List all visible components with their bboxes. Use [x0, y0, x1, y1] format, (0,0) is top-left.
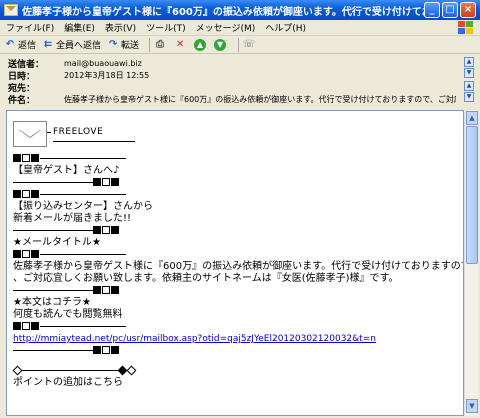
minimize-button[interactable]: _: [424, 2, 440, 18]
message-body[interactable]: FREELOVE 【皇帝ゲスト】さんへ♪ 【振り込みセンター】さんから 新着メー…: [6, 110, 464, 416]
points-line: ポイントの追加はこちら: [13, 377, 123, 388]
divider-bottom: [13, 177, 459, 189]
subject-value: 佐藤孝子様から皇帝ゲスト様に『600万』の振込み依頼が御座います。代行で受け付け…: [64, 94, 456, 104]
divider-bottom: [13, 345, 459, 357]
reply-all-button[interactable]: ⇇ 全員へ返信: [42, 38, 101, 51]
reply-all-label: 全員へ返信: [56, 41, 102, 51]
title-bar: 佐藤孝子様から皇帝ゲスト様に『600万』の振込み依頼が御座います。代行で受け付け…: [0, 0, 480, 20]
up-arrow-icon: ▲: [194, 38, 207, 51]
envelope-icon: [13, 121, 47, 147]
scrollbar-thumb[interactable]: [466, 126, 478, 264]
from-value[interactable]: mail@buaouawi.biz: [64, 59, 456, 68]
logo-underline: [53, 141, 135, 142]
vertical-scrollbar[interactable]: ▲ ▼: [464, 110, 478, 416]
center-line-2: 新着メールが届きました!!: [13, 213, 132, 224]
from-collapse-button[interactable]: ▼: [464, 68, 474, 78]
print-icon: ⎙: [156, 39, 165, 50]
print-button[interactable]: ⎙: [154, 39, 168, 51]
title-heading: ★メールタイトル★: [13, 237, 101, 248]
maximize-button[interactable]: □: [442, 2, 458, 18]
mailbox-link[interactable]: http://mmiaytead.net/pc/usr/mailbox.asp?…: [13, 334, 376, 344]
subject-label: 件名：: [8, 95, 36, 106]
divider-top: [13, 249, 459, 261]
menu-edit[interactable]: 編集(E): [64, 21, 95, 34]
scroll-down-button[interactable]: ▼: [466, 399, 478, 413]
to-collapse-button[interactable]: ▼: [464, 92, 474, 102]
to-row: 宛先：: [8, 81, 468, 94]
message-content: FREELOVE 【皇帝ゲスト】さんへ♪ 【振り込みセンター】さんから 新着メー…: [12, 119, 464, 389]
reply-label: 返信: [18, 41, 37, 51]
center-line-1: 【振り込みセンター】さんから: [13, 201, 153, 212]
toolbar: ↶ 返信 ⇇ 全員へ返信 ↷ 転送 ⎙ ✕ ▲ ▼ ☏: [0, 36, 480, 54]
divider-top: [13, 189, 459, 201]
mailbox-link-row: http://mmiaytead.net/pc/usr/mailbox.asp?…: [13, 333, 459, 345]
close-button[interactable]: ×: [460, 2, 476, 18]
divider-top: [13, 321, 459, 333]
to-expand-button[interactable]: ▲: [464, 81, 474, 91]
mail-icon: [4, 4, 18, 16]
menu-help[interactable]: ヘルプ(H): [265, 21, 306, 34]
from-row: 送信者： mail@buaouawi.biz: [8, 57, 468, 70]
toolbar-separator: [149, 37, 151, 52]
next-button[interactable]: ▼: [214, 38, 228, 51]
read-note: 何度も読んでも閲覧無料: [13, 309, 123, 320]
message-line-2: 、ご対応宜しくお願い致します。依頼主のサイトネームは『女医(佐藤孝子)様』です。: [13, 273, 399, 284]
divider-bottom: [13, 225, 459, 237]
message-line-1: 佐藤孝子様から皇帝ゲスト様に『600万』の振込み依頼が御座います。代行で受け付け…: [13, 261, 464, 272]
toolbar-separator: [238, 37, 240, 52]
menu-view[interactable]: 表示(V): [105, 21, 136, 34]
logo-text: FREELOVE: [46, 127, 104, 137]
date-value: 2012年3月18日 12:55: [64, 70, 150, 80]
address-book-button[interactable]: ☏: [243, 39, 257, 51]
freelove-logo: FREELOVE: [13, 121, 137, 149]
menu-message[interactable]: メッセージ(M): [196, 21, 256, 34]
from-expand-button[interactable]: ▲: [464, 57, 474, 67]
read-heading: ★本文はコチラ★: [13, 297, 91, 308]
subject-row: 件名： 佐藤孝子様から皇帝ゲスト様に『600万』の振込み依頼が御座います。代行で…: [8, 93, 468, 106]
delete-button[interactable]: ✕: [174, 39, 188, 51]
forward-button[interactable]: ↷ 転送: [107, 38, 139, 51]
forward-icon: ↷: [108, 39, 118, 50]
previous-button[interactable]: ▲: [194, 38, 208, 51]
reply-icon: ↶: [5, 39, 15, 50]
message-header: 送信者： mail@buaouawi.biz 日時： 2012年3月18日 12…: [0, 55, 480, 108]
address-book-icon: ☏: [242, 39, 256, 50]
menu-bar: ファイル(F) 編集(E) 表示(V) ツール(T) メッセージ(M) ヘルプ(…: [0, 20, 480, 36]
forward-label: 転送: [121, 41, 140, 51]
menu-tools[interactable]: ツール(T): [146, 21, 186, 34]
menu-file[interactable]: ファイル(F): [6, 21, 54, 34]
windows-logo-icon: [458, 21, 474, 35]
divider-bottom: [13, 285, 459, 297]
divider-top: [13, 153, 459, 165]
reply-all-icon: ⇇: [43, 39, 53, 50]
down-arrow-icon: ▼: [214, 38, 227, 51]
greeting: 【皇帝ゲスト】さんへ♪: [13, 165, 120, 176]
diamond-divider: [12, 365, 459, 377]
date-row: 日時： 2012年3月18日 12:55: [8, 69, 468, 82]
delete-icon: ✕: [175, 39, 185, 50]
window-title: 佐藤孝子様から皇帝ゲスト様に『600万』の振込み依頼が御座います。代行で受け付け…: [22, 6, 430, 18]
scroll-up-button[interactable]: ▲: [466, 111, 478, 125]
reply-button[interactable]: ↶ 返信: [4, 38, 36, 51]
